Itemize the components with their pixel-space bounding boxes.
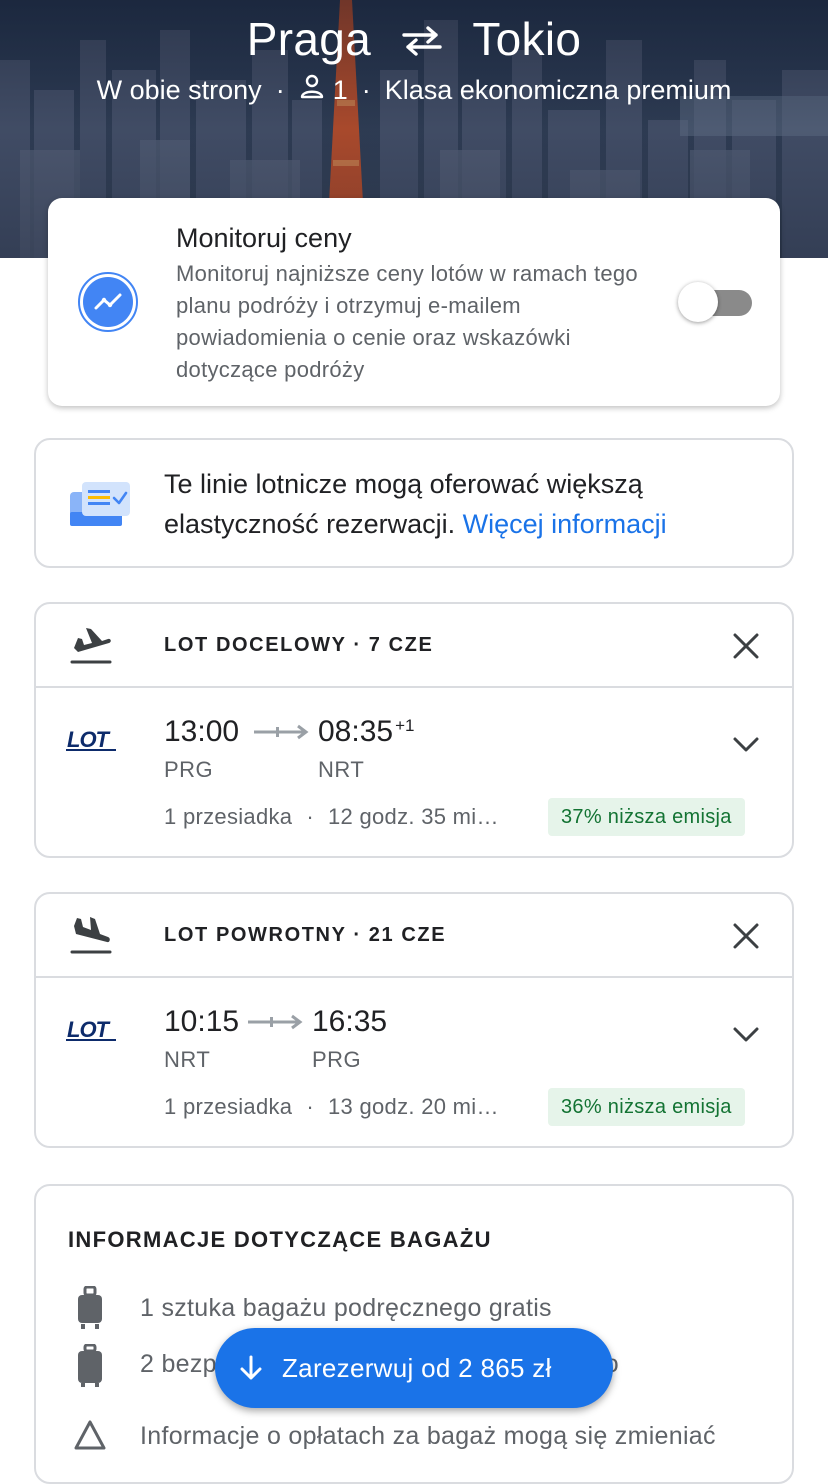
outbound-flight-label: LOT DOCELOWY · 7 CZE xyxy=(164,634,434,656)
flight-summary: 1 przesiadka · 12 godz. 35 mi… xyxy=(164,804,499,829)
person-icon xyxy=(299,72,325,108)
route-title: Praga Tokio xyxy=(0,10,828,72)
price-tracking-title: Monitoruj ceny xyxy=(176,223,352,253)
trip-details: W obie strony · 1 · Klasa ekonomiczna premiu… xyxy=(0,72,828,110)
flight-arrow-icon xyxy=(254,724,309,740)
flight-summary: 1 przesiadka · 13 godz. 20 mi… xyxy=(164,1094,499,1119)
trip-type: W obie strony xyxy=(96,75,262,105)
stops-count: 1 przesiadka xyxy=(164,804,293,829)
return-flight-card: LOT POWROTNY · 21 CZE LOT 10:15 16:35 NR… xyxy=(34,892,794,1148)
origin-city: Praga xyxy=(246,13,371,65)
baggage-title: INFORMACJE DOTYCZĄCE BAGAŻU xyxy=(68,1227,492,1252)
chevron-down-icon[interactable] xyxy=(730,728,762,760)
booking-flexibility-card: Te linie lotnicze mogą oferować większą … xyxy=(34,438,794,568)
destination-city: Tokio xyxy=(472,13,582,65)
close-icon[interactable] xyxy=(730,630,762,662)
outbound-flight-card: LOT DOCELOWY · 7 CZE LOT 13:00 08:35 +1 P… xyxy=(34,602,794,858)
flight-duration: 13 godz. 20 mi… xyxy=(327,1094,499,1119)
stops-count: 1 przesiadka xyxy=(164,1094,293,1119)
arrival-time: 08:35 +1 xyxy=(318,712,414,752)
origin-airport-code: NRT xyxy=(164,1047,211,1072)
checked-bag-icon xyxy=(78,1344,102,1387)
emission-badge: 36% niższa emisja xyxy=(548,1088,745,1126)
departure-time: 10:15 xyxy=(164,1005,240,1038)
price-tracking-description: Monitoruj najniższe ceny lotów w ramach … xyxy=(176,261,638,382)
svg-text:LOT: LOT xyxy=(67,1017,111,1042)
destination-airport-code: NRT xyxy=(318,757,365,782)
origin-airport-code: PRG xyxy=(164,757,214,782)
carry-on-bag-icon xyxy=(78,1286,102,1329)
price-tracking-toggle[interactable] xyxy=(678,282,752,322)
swap-arrows-icon[interactable] xyxy=(402,11,442,69)
svg-text:LOT: LOT xyxy=(67,727,111,752)
booking-flex-icon xyxy=(70,482,130,526)
return-flight-header: LOT POWROTNY · 21 CZE xyxy=(36,894,792,978)
day-offset: +1 xyxy=(395,716,415,735)
arrival-time: 16:35 xyxy=(312,1005,388,1038)
price-tracking-card: Monitoruj ceny Monitoruj najniższe ceny … xyxy=(48,198,780,406)
chevron-down-icon[interactable] xyxy=(730,1018,762,1050)
outbound-flight-header: LOT DOCELOWY · 7 CZE xyxy=(36,604,792,688)
landing-icon xyxy=(70,917,112,954)
takeoff-icon xyxy=(70,628,112,664)
warning-icon xyxy=(74,1420,106,1450)
flight-duration: 12 godz. 35 mi… xyxy=(327,804,499,829)
emission-badge: 37% niższa emisja xyxy=(548,798,745,836)
departure-time: 13:00 xyxy=(164,715,240,748)
passenger-count: 1 xyxy=(332,75,348,105)
baggage-item-fees: Informacje o opłatach za bagaż mogą się … xyxy=(140,1422,716,1450)
close-icon[interactable] xyxy=(730,920,762,952)
flexibility-text: Te linie lotnicze mogą oferować większą … xyxy=(164,464,764,544)
toggle-knob xyxy=(678,282,718,322)
cabin-class: Klasa ekonomiczna premium xyxy=(384,75,732,105)
book-button-label: Zarezerwuj od 2 865 zł xyxy=(282,1353,552,1383)
flight-arrow-icon xyxy=(248,1014,303,1030)
baggage-item-carry-on: 1 sztuka bagażu podręcznego gratis xyxy=(140,1294,552,1322)
arrival-time-value: 08:35 xyxy=(318,715,394,748)
more-info-link[interactable]: Więcej informacji xyxy=(463,509,667,539)
return-flight-label: LOT POWROTNY · 21 CZE xyxy=(164,924,447,946)
destination-airport-code: PRG xyxy=(312,1047,362,1072)
price-trend-icon xyxy=(78,272,138,332)
lot-logo: LOT xyxy=(66,727,116,752)
arrow-down-icon xyxy=(240,1355,262,1380)
lot-logo: LOT xyxy=(66,1017,116,1042)
book-button[interactable]: Zarezerwuj od 2 865 zł xyxy=(215,1328,613,1408)
